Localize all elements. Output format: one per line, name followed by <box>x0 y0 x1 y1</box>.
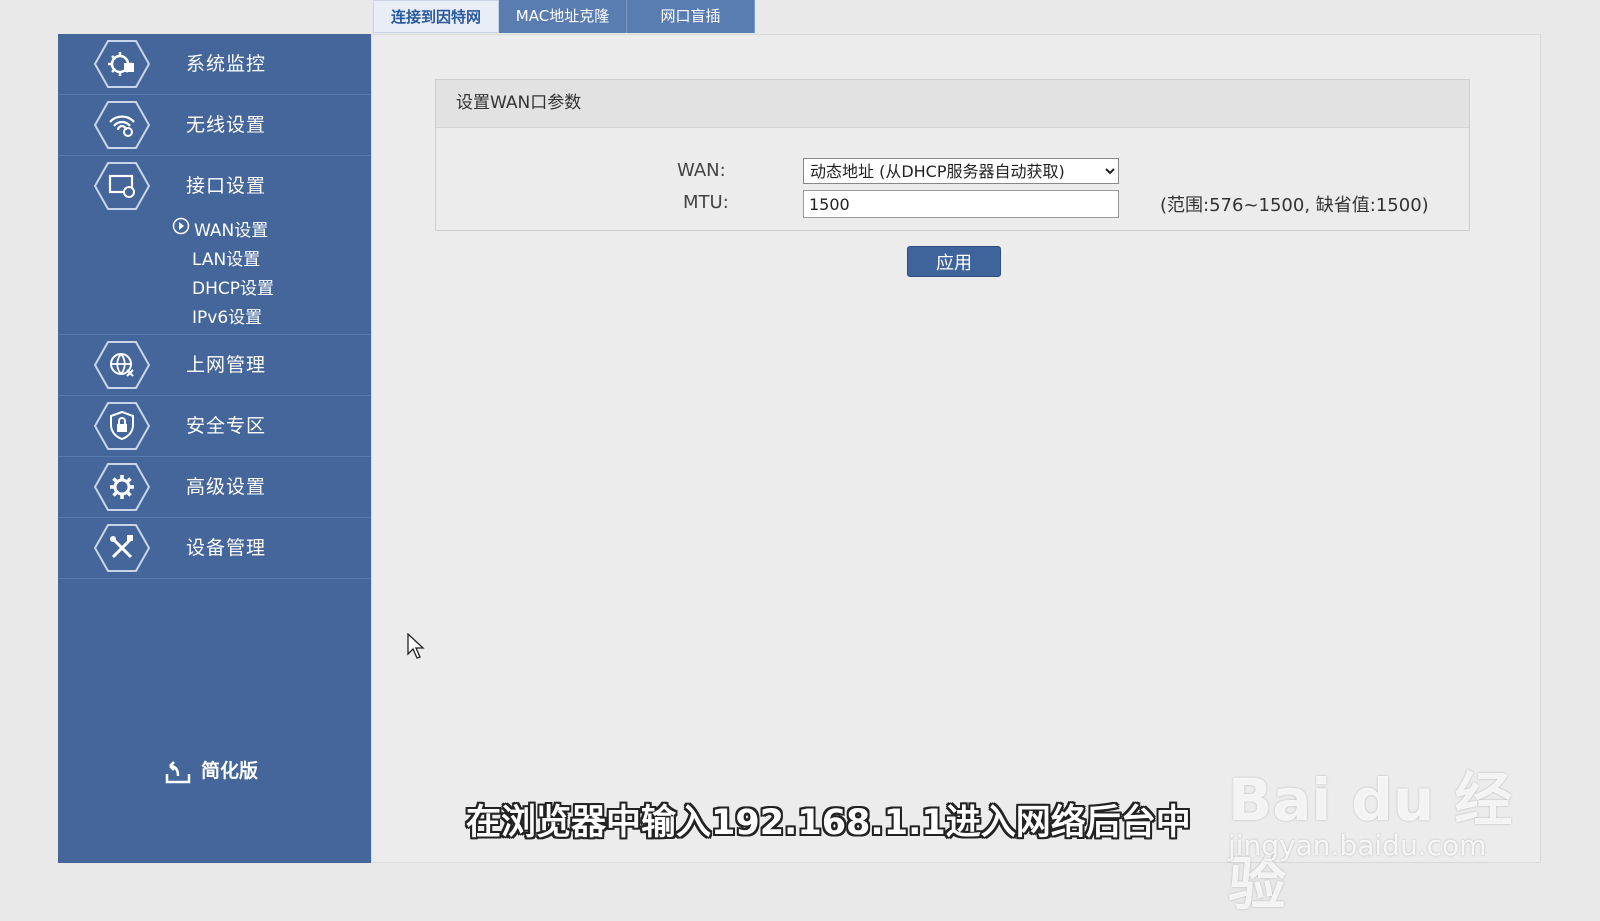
apply-button[interactable]: 应用 <box>907 246 1001 277</box>
globe-icon <box>94 340 150 390</box>
mtu-label: MTU: <box>683 192 729 213</box>
sidebar-item-internet-management[interactable]: 上网管理 <box>58 335 371 396</box>
tab-connect-internet[interactable]: 连接到因特网 <box>373 0 499 33</box>
tools-icon <box>94 523 150 573</box>
submenu-item-ipv6[interactable]: IPv6设置 <box>192 303 262 328</box>
return-arrow-icon <box>163 756 193 786</box>
tab-bar: 连接到因特网 MAC地址克隆 网口盲插 <box>373 0 755 33</box>
sidebar-item-label: 接口设置 <box>186 175 267 197</box>
sidebar-item-wireless[interactable]: 无线设置 <box>58 95 371 156</box>
interface-icon <box>94 161 150 211</box>
mouse-cursor-icon <box>407 632 425 659</box>
mtu-hint: (范围:576~1500, 缺省值:1500) <box>1160 195 1429 216</box>
sidebar-item-device-management[interactable]: 设备管理 <box>58 518 371 579</box>
tab-mac-clone[interactable]: MAC地址克隆 <box>499 0 627 33</box>
baidu-watermark: Bai du 经验 jingyan.baidu.com <box>1228 725 1528 918</box>
monitor-icon <box>94 39 150 89</box>
video-subtitle: 在浏览器中输入192.168.1.1进入网络后台中 <box>466 803 1191 843</box>
wireless-icon <box>94 100 150 150</box>
sidebar-item-security[interactable]: 安全专区 <box>58 396 371 457</box>
watermark-url: jingyan.baidu.com <box>1228 829 1487 862</box>
arrow-right-icon <box>172 217 190 235</box>
submenu-item-dhcp[interactable]: DHCP设置 <box>192 274 274 299</box>
sidebar-item-label: 上网管理 <box>186 354 267 376</box>
sidebar-item-label: 高级设置 <box>186 476 267 498</box>
wan-label: WAN: <box>677 160 726 181</box>
simple-version-label: 简化版 <box>201 760 259 782</box>
sidebar-item-advanced[interactable]: 高级设置 <box>58 457 371 518</box>
sidebar-item-label: 系统监控 <box>186 53 267 75</box>
sidebar-item-label: 安全专区 <box>186 415 267 437</box>
submenu-item-wan[interactable]: WAN设置 <box>194 216 268 241</box>
shield-lock-icon <box>94 401 150 451</box>
panel-title: 设置WAN口参数 <box>436 80 1469 128</box>
sidebar-item-system-monitor[interactable]: 系统监控 <box>58 34 371 95</box>
interface-submenu: WAN设置 LAN设置 DHCP设置 IPv6设置 <box>58 216 371 335</box>
sidebar-item-label: 无线设置 <box>186 114 267 136</box>
tab-port-blind-plug[interactable]: 网口盲插 <box>627 0 755 33</box>
mtu-input[interactable] <box>803 190 1119 218</box>
sidebar-item-label: 设备管理 <box>186 537 267 559</box>
wan-settings-panel: 设置WAN口参数 WAN: 动态地址 (从DHCP服务器自动获取) MTU: (… <box>435 79 1470 231</box>
sidebar: 系统监控 无线设置 接口设置 WAN设置 LAN设置 DHCP设置 IPv6设置… <box>58 34 371 863</box>
wan-type-select[interactable]: 动态地址 (从DHCP服务器自动获取) <box>803 158 1119 184</box>
gear-icon <box>94 462 150 512</box>
sidebar-item-interface[interactable]: 接口设置 <box>58 156 371 216</box>
submenu-item-lan[interactable]: LAN设置 <box>192 245 260 270</box>
